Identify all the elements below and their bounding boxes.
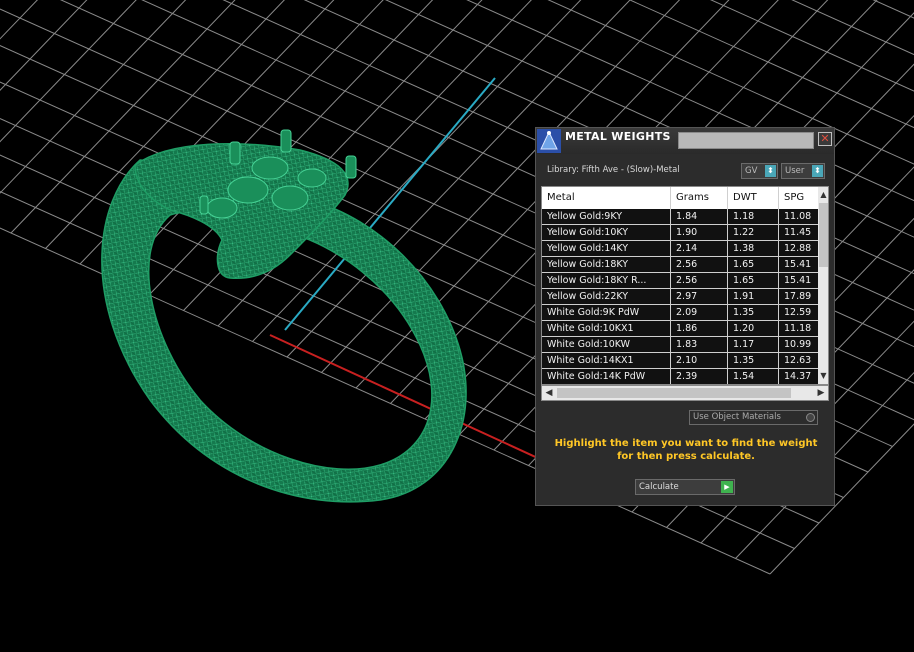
scroll-thumb[interactable]	[819, 203, 828, 267]
column-header-grams[interactable]: Grams	[671, 187, 728, 209]
table-row[interactable]: Yellow Gold:18KY R... 2.56 1.65 15.41	[542, 273, 818, 289]
balance-scale-icon	[537, 129, 561, 153]
dropdown-arrow-icon: ⬍	[765, 165, 776, 177]
vertical-scrollbar[interactable]: ▲ ▼	[818, 187, 828, 384]
cell-dwt: 1.38	[728, 241, 779, 256]
table-row[interactable]: Yellow Gold:14KY 2.14 1.38 12.88	[542, 241, 818, 257]
calculate-button[interactable]: Calculate ▶	[635, 479, 735, 495]
cell-dwt: 1.91	[728, 289, 779, 304]
table-row[interactable]: Yellow Gold:22KY 2.97 1.91 17.89	[542, 289, 818, 305]
cell-dwt: 1.20	[728, 321, 779, 336]
cell-metal: Yellow Gold:18KY R...	[542, 273, 671, 288]
radio-icon	[806, 413, 815, 422]
cell-metal: White Gold:14K PdW	[542, 369, 671, 384]
cell-metal: Yellow Gold:18KY	[542, 257, 671, 272]
table-row[interactable]: Yellow Gold:10KY 1.90 1.22 11.45	[542, 225, 818, 241]
cell-metal: Yellow Gold:22KY	[542, 289, 671, 304]
scroll-left-icon[interactable]: ◀	[543, 386, 555, 400]
scroll-thumb[interactable]	[557, 388, 791, 398]
column-header-dwt[interactable]: DWT	[728, 187, 779, 209]
table-row[interactable]: Yellow Gold:18KY 2.56 1.65 15.41	[542, 257, 818, 273]
cell-grams: 2.10	[671, 353, 728, 368]
cell-metal: Yellow Gold:9KY	[542, 209, 671, 224]
play-icon: ▶	[721, 481, 733, 493]
cell-metal: White Gold:9K PdW	[542, 305, 671, 320]
table-body: Yellow Gold:9KY 1.84 1.18 11.08 Yellow Gold:…	[542, 209, 818, 384]
table-row[interactable]: White Gold:14K PdW 2.39 1.54 14.37	[542, 369, 818, 384]
cell-grams: 2.14	[671, 241, 728, 256]
cell-metal: White Gold:10KX1	[542, 321, 671, 336]
cell-dwt: 1.18	[728, 209, 779, 224]
cell-metal: White Gold:10KW	[542, 337, 671, 352]
cell-grams: 1.90	[671, 225, 728, 240]
user-dropdown-value: User	[785, 166, 805, 176]
cell-metal: Yellow Gold:10KY	[542, 225, 671, 240]
cell-dwt: 1.22	[728, 225, 779, 240]
table-row[interactable]: White Gold:10KW 1.83 1.17 10.99	[542, 337, 818, 353]
instruction-text: Highlight the item you want to find the …	[554, 438, 818, 462]
dropdown-arrow-icon: ⬍	[812, 165, 823, 177]
library-label: Library: Fifth Ave - (Slow)-Metal	[547, 165, 680, 175]
cell-metal: White Gold:14KX1	[542, 353, 671, 368]
scroll-down-icon[interactable]: ▼	[818, 370, 828, 382]
table-row[interactable]: Yellow Gold:9KY 1.84 1.18 11.08	[542, 209, 818, 225]
metal-weights-dialog: METAL WEIGHTS ✕ Library: Fifth Ave - (Sl…	[535, 127, 835, 506]
close-button[interactable]: ✕	[818, 132, 832, 146]
title-strip	[678, 132, 814, 149]
cell-metal: Yellow Gold:14KY	[542, 241, 671, 256]
gv-dropdown-value: GV	[745, 166, 758, 176]
gv-dropdown[interactable]: GV ⬍	[741, 163, 778, 179]
cell-grams: 2.39	[671, 369, 728, 384]
cell-dwt: 1.54	[728, 369, 779, 384]
table-header: Metal Grams DWT SPG	[542, 187, 818, 209]
cell-grams: 1.83	[671, 337, 728, 352]
cell-grams: 2.09	[671, 305, 728, 320]
cell-dwt: 1.17	[728, 337, 779, 352]
cell-grams: 1.86	[671, 321, 728, 336]
use-object-materials-toggle[interactable]: Use Object Materials	[689, 410, 818, 425]
scroll-up-icon[interactable]: ▲	[818, 189, 828, 201]
cell-grams: 1.84	[671, 209, 728, 224]
dialog-title: METAL WEIGHTS	[565, 130, 671, 143]
cell-grams: 2.56	[671, 273, 728, 288]
cell-dwt: 1.35	[728, 353, 779, 368]
table-row[interactable]: White Gold:10KX1 1.86 1.20 11.18	[542, 321, 818, 337]
scroll-right-icon[interactable]: ▶	[815, 386, 827, 400]
horizontal-scrollbar[interactable]: ◀ ▶	[541, 385, 829, 401]
user-dropdown[interactable]: User ⬍	[781, 163, 825, 179]
dialog-titlebar[interactable]: METAL WEIGHTS ✕	[536, 128, 834, 154]
cell-dwt: 1.65	[728, 273, 779, 288]
metal-table[interactable]: Metal Grams DWT SPG Yellow Gold:9KY 1.84 1…	[541, 186, 829, 385]
table-row[interactable]: White Gold:9K PdW 2.09 1.35 12.59	[542, 305, 818, 321]
cell-grams: 2.56	[671, 257, 728, 272]
cell-grams: 2.97	[671, 289, 728, 304]
use-object-materials-label: Use Object Materials	[693, 412, 781, 422]
table-row[interactable]: White Gold:14KX1 2.10 1.35 12.63	[542, 353, 818, 369]
column-header-metal[interactable]: Metal	[542, 187, 671, 209]
calculate-label: Calculate	[639, 482, 679, 492]
cell-dwt: 1.65	[728, 257, 779, 272]
cell-dwt: 1.35	[728, 305, 779, 320]
